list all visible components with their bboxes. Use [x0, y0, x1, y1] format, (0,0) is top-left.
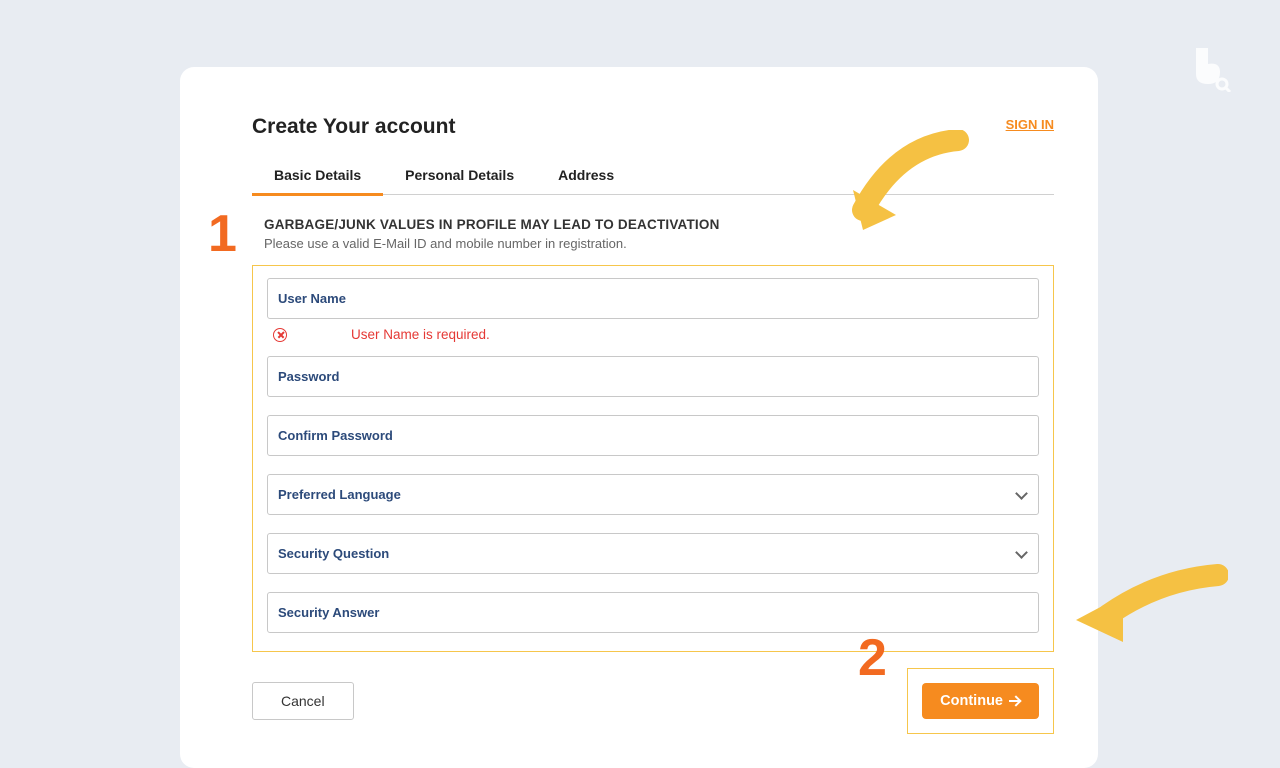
signup-card: Create Your account SIGN IN Basic Detail… — [180, 67, 1098, 768]
header-row: Create Your account SIGN IN — [252, 115, 1054, 157]
footer-row: Cancel Continue — [252, 668, 1054, 734]
arrow-right-icon — [1009, 696, 1021, 706]
continue-label: Continue — [940, 693, 1003, 709]
password-field[interactable]: Password — [267, 356, 1039, 397]
field-label: Preferred Language — [278, 487, 401, 502]
chevron-down-icon — [1016, 489, 1028, 501]
tab-personal-details[interactable]: Personal Details — [383, 157, 536, 196]
security-question-select[interactable]: Security Question — [267, 533, 1039, 574]
field-label: Security Question — [278, 546, 389, 561]
field-label: Password — [278, 369, 339, 384]
field-label: Security Answer — [278, 605, 379, 620]
warning-title: GARBAGE/JUNK VALUES IN PROFILE MAY LEAD … — [264, 217, 1054, 232]
preferred-language-select[interactable]: Preferred Language — [267, 474, 1039, 515]
sign-in-link[interactable]: SIGN IN — [1006, 117, 1054, 132]
tabs: Basic Details Personal Details Address — [252, 157, 1054, 195]
username-field[interactable]: User Name — [267, 278, 1039, 319]
continue-button[interactable]: Continue — [922, 683, 1039, 719]
field-label: Confirm Password — [278, 428, 393, 443]
form-highlight-box: User Name User Name is required. Passwor… — [252, 265, 1054, 652]
tab-address[interactable]: Address — [536, 157, 636, 196]
continue-highlight-box: Continue — [907, 668, 1054, 734]
chevron-down-icon — [1016, 548, 1028, 560]
tab-basic-details[interactable]: Basic Details — [252, 157, 383, 196]
page-title: Create Your account — [252, 115, 455, 139]
cancel-button[interactable]: Cancel — [252, 682, 354, 720]
warning-subtitle: Please use a valid E-Mail ID and mobile … — [264, 236, 1054, 251]
warning-block: GARBAGE/JUNK VALUES IN PROFILE MAY LEAD … — [264, 217, 1054, 251]
confirm-password-field[interactable]: Confirm Password — [267, 415, 1039, 456]
username-error-text: User Name is required. — [351, 327, 490, 342]
error-circle-x-icon — [273, 328, 287, 342]
brand-logo-icon — [1188, 44, 1232, 92]
field-label: User Name — [278, 291, 346, 306]
username-error-row: User Name is required. — [273, 327, 1039, 342]
security-answer-field[interactable]: Security Answer — [267, 592, 1039, 633]
